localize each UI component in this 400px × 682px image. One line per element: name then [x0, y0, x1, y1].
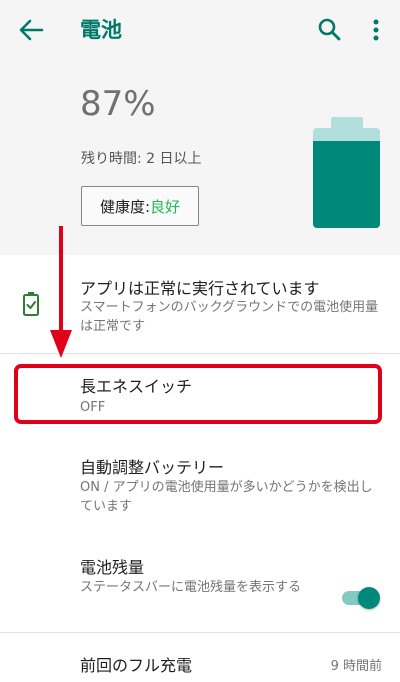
- more-options-button[interactable]: [362, 12, 390, 48]
- page-title: 電池: [80, 18, 122, 42]
- search-icon: [318, 18, 341, 41]
- battery-percentage-subtitle: ステータスバーに電池残量を表示する: [80, 580, 302, 595]
- last-full-charge-row[interactable]: 前回のフル充電 9 時間前: [0, 633, 400, 682]
- app-bar: 電池: [0, 0, 400, 60]
- battery-percentage-toggle[interactable]: [340, 586, 380, 610]
- more-vert-icon: [373, 19, 379, 41]
- health-button[interactable]: 健康度: 良好: [81, 186, 199, 226]
- adaptive-battery-row[interactable]: 自動調整バッテリー ON / アプリの電池使用量が多いかどうかを検出しています: [0, 434, 400, 534]
- arrow-left-icon: [19, 19, 44, 41]
- battery-percentage-row[interactable]: 電池残量 ステータスバーに電池残量を表示する: [0, 534, 400, 632]
- adaptive-battery-subtitle: ON / アプリの電池使用量が多いかどうかを検出しています: [80, 480, 373, 514]
- app-status-title: アプリは正常に実行されています: [80, 279, 320, 298]
- battery-graphic: [313, 128, 380, 228]
- search-button[interactable]: [312, 12, 348, 48]
- last-full-charge-value: 9 時間前: [330, 659, 382, 674]
- highlight-box: [14, 364, 382, 424]
- battery-percentage-title: 電池残量: [80, 558, 145, 577]
- toggle-knob: [358, 587, 380, 609]
- arrow-down-annotation-icon: [50, 226, 72, 358]
- battery-check-icon: [23, 292, 39, 316]
- health-label: 健康度:: [99, 197, 151, 216]
- battery-percent: 87%: [80, 84, 156, 124]
- app-status-subtitle: スマートフォンのバックグラウンドでの電池使用量は正常です: [80, 300, 379, 334]
- last-full-charge-title: 前回のフル充電: [80, 656, 193, 675]
- adaptive-battery-title: 自動調整バッテリー: [80, 458, 225, 477]
- back-button[interactable]: [14, 14, 50, 46]
- health-value: 良好: [150, 197, 181, 216]
- remaining-time: 残り時間: 2 日以上: [81, 151, 202, 167]
- battery-level-fill: [313, 141, 380, 228]
